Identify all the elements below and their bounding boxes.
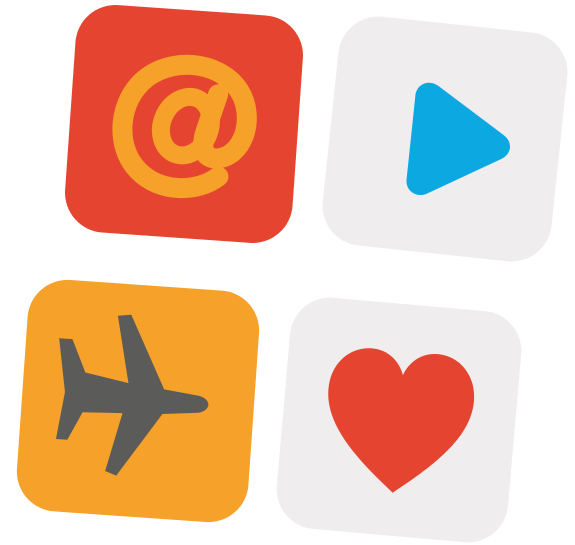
airplane-icon [55, 314, 209, 476]
email-app-tile[interactable] [62, 2, 306, 246]
video-app-tile[interactable] [318, 12, 572, 266]
icon-grid [0, 0, 575, 545]
play-icon [406, 82, 510, 195]
at-sign-icon [112, 54, 257, 199]
heart-icon [328, 348, 474, 493]
favorites-app-tile[interactable] [273, 294, 525, 545]
travel-app-tile[interactable] [14, 277, 262, 525]
